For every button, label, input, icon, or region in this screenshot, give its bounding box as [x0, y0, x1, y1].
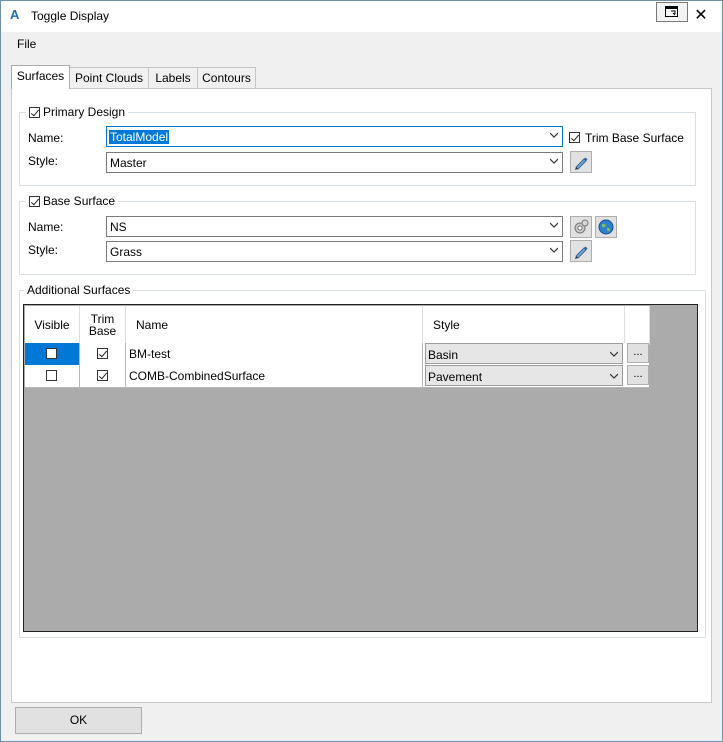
primary-design-legend: Primary Design — [26, 105, 129, 119]
column-header-visible[interactable]: Visible — [25, 306, 80, 344]
restore-button[interactable] — [656, 2, 688, 22]
additional-surfaces-grid: Visible Trim Base Name Style BM-test Bas… — [23, 304, 698, 632]
primary-name-label: Name: — [28, 131, 64, 145]
base-name-combobox[interactable]: NS — [106, 216, 563, 237]
column-header-trim-base[interactable]: Trim Base — [80, 306, 126, 344]
close-button[interactable]: ✕ — [689, 6, 713, 26]
grid-header: Visible Trim Base Name Style — [25, 306, 650, 345]
base-surface-checkbox[interactable] — [29, 195, 40, 207]
trim-checkbox[interactable] — [96, 370, 108, 381]
trim-cell[interactable] — [80, 365, 126, 387]
base-surface-group: Base Surface — [19, 194, 696, 275]
chevron-down-icon — [550, 247, 558, 253]
column-header-style[interactable]: Style — [423, 306, 625, 344]
base-globe-button[interactable] — [595, 216, 617, 238]
visible-checkbox[interactable] — [46, 348, 57, 359]
toggle-display-window: A Toggle Display ✕ File Surfaces Point C… — [0, 0, 723, 742]
additional-surfaces-label: Additional Surfaces — [27, 283, 131, 297]
trim-cell[interactable] — [80, 343, 126, 365]
tab-point-clouds[interactable]: Point Clouds — [69, 67, 149, 88]
primary-name-value: TotalModel — [109, 130, 170, 144]
primary-name-combobox[interactable]: TotalModel — [106, 126, 563, 147]
base-settings-button[interactable] — [570, 216, 592, 238]
trim-base-surface-label: Trim Base Surface — [585, 131, 684, 145]
table-row[interactable]: COMB-CombinedSurface Pavement ... — [25, 365, 649, 388]
tab-surfaces[interactable]: Surfaces — [11, 65, 70, 89]
trim-checkbox[interactable] — [96, 348, 108, 359]
primary-design-checkbox[interactable] — [29, 106, 40, 118]
chevron-down-icon — [610, 351, 618, 357]
base-style-value: Grass — [110, 245, 143, 259]
primary-design-group: Primary Design — [19, 105, 696, 186]
style-value: Basin — [428, 348, 459, 362]
chevron-down-icon — [610, 373, 618, 379]
base-name-value: NS — [110, 220, 127, 234]
primary-design-label: Primary Design — [43, 105, 126, 119]
name-cell[interactable]: BM-test — [126, 343, 423, 365]
primary-style-value: Master — [110, 156, 147, 170]
column-header-more — [625, 306, 650, 344]
style-more-button[interactable]: ... — [627, 343, 649, 363]
base-surface-label: Base Surface — [43, 194, 116, 208]
trim-base-surface-checkbox[interactable] — [569, 132, 580, 143]
window-title: Toggle Display — [31, 9, 110, 23]
chevron-down-icon — [550, 158, 558, 164]
surface-name: BM-test — [129, 347, 171, 361]
style-more-button[interactable]: ... — [627, 365, 649, 385]
style-combobox[interactable]: Pavement — [425, 365, 623, 386]
pencil-icon — [575, 157, 588, 170]
visible-checkbox[interactable] — [46, 370, 57, 381]
base-name-label: Name: — [28, 220, 64, 234]
menu-file[interactable]: File — [17, 37, 36, 51]
tab-labels[interactable]: Labels — [148, 67, 198, 88]
column-header-name[interactable]: Name — [126, 306, 423, 344]
globe-icon — [598, 219, 614, 235]
primary-style-combobox[interactable]: Master — [106, 152, 563, 173]
style-combobox[interactable]: Basin — [425, 343, 623, 364]
style-value: Pavement — [428, 370, 483, 384]
name-cell[interactable]: COMB-CombinedSurface — [126, 365, 423, 387]
primary-style-edit-button[interactable] — [570, 151, 592, 173]
base-surface-legend: Base Surface — [26, 194, 119, 208]
title-bar: A Toggle Display ✕ — [1, 1, 722, 32]
additional-surfaces-legend: Additional Surfaces — [24, 283, 134, 297]
settings-gear-icon — [574, 219, 589, 234]
autocad-app-icon: A — [10, 7, 20, 22]
visible-cell[interactable] — [25, 365, 80, 387]
chevron-down-icon — [550, 222, 558, 228]
tab-contours[interactable]: Contours — [197, 67, 256, 88]
surface-name: COMB-CombinedSurface — [129, 369, 266, 383]
base-style-combobox[interactable]: Grass — [106, 241, 563, 262]
base-style-edit-button[interactable] — [570, 240, 592, 262]
chevron-down-icon — [550, 132, 558, 138]
primary-style-label: Style: — [28, 154, 59, 168]
table-row[interactable]: BM-test Basin ... — [25, 343, 649, 366]
visible-cell[interactable] — [25, 343, 80, 365]
ok-button[interactable]: OK — [15, 707, 142, 734]
base-style-label: Style: — [28, 243, 59, 257]
pencil-icon — [575, 246, 588, 259]
menu-bar: File — [1, 32, 722, 54]
restore-icon — [665, 6, 678, 17]
